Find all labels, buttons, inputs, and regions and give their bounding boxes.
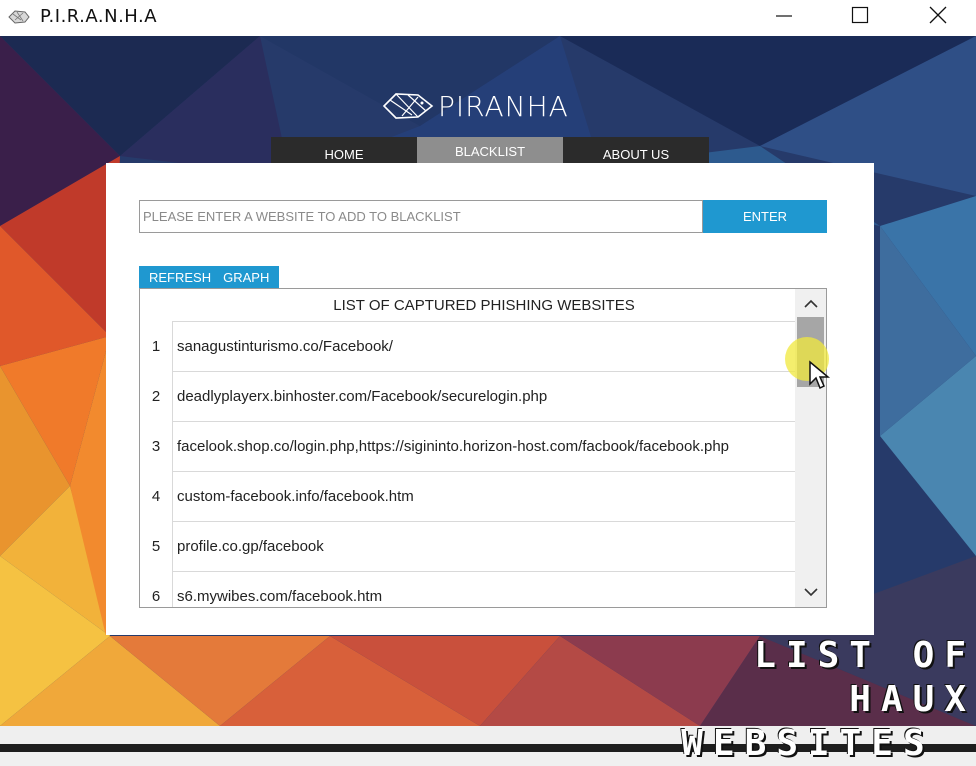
maximize-icon xyxy=(851,6,869,24)
row-number: 3 xyxy=(151,437,161,455)
logo-text: PIRANHA xyxy=(438,89,569,123)
table-row: 5 profile.co.gp/facebook xyxy=(140,521,796,571)
caption-line-2: WEBSITES xyxy=(681,723,935,764)
caption-line-1: LIST OF HAUX xyxy=(754,635,976,720)
close-icon xyxy=(929,6,947,24)
mouse-pointer-icon xyxy=(809,360,831,390)
row-number: 1 xyxy=(151,337,161,355)
row-url-cell[interactable]: deadlyplayerx.binhoster.com/Facebook/sec… xyxy=(172,371,796,421)
video-caption: LIST OF HAUX WEBSITES xyxy=(600,634,976,766)
chevron-down-icon xyxy=(803,588,818,597)
graph-button[interactable]: GRAPH xyxy=(217,270,275,285)
table-row: 1 sanagustinturismo.co/Facebook/ xyxy=(140,321,796,371)
list-toolbar: REFRESH GRAPH xyxy=(139,266,280,288)
blacklist-panel: ENTER REFRESH GRAPH LIST OF CAPTURED PHI… xyxy=(106,163,874,635)
tab-blacklist[interactable]: BLACKLIST xyxy=(417,137,563,166)
row-number: 5 xyxy=(151,537,161,555)
title-bar: P.I.R.A.N.H.A xyxy=(0,0,976,36)
table-row: 2 deadlyplayerx.binhoster.com/Facebook/s… xyxy=(140,371,796,421)
close-button[interactable] xyxy=(906,0,970,30)
table-row: 3 facelook.shop.co/login.php,https://sig… xyxy=(140,421,796,471)
window-title: P.I.R.A.N.H.A xyxy=(40,6,158,27)
blacklist-url-input[interactable] xyxy=(139,200,703,233)
row-number: 4 xyxy=(151,487,161,505)
row-url-cell[interactable]: s6.mywibes.com/facebook.htm xyxy=(172,571,796,607)
minimize-icon xyxy=(776,15,792,17)
fish-icon xyxy=(382,93,434,119)
table-row: 4 custom-facebook.info/facebook.htm xyxy=(140,471,796,521)
row-url-cell[interactable]: profile.co.gp/facebook xyxy=(172,521,796,571)
row-url-cell[interactable]: sanagustinturismo.co/Facebook/ xyxy=(172,321,796,371)
table-row: 6 s6.mywibes.com/facebook.htm xyxy=(140,571,796,607)
row-url-cell[interactable]: custom-facebook.info/facebook.htm xyxy=(172,471,796,521)
fish-icon xyxy=(8,10,30,24)
tab-about-us[interactable]: ABOUT US xyxy=(563,137,709,166)
row-number: 2 xyxy=(151,387,161,405)
main-nav: HOME BLACKLIST ABOUT US xyxy=(271,137,709,166)
phishing-sites-table: LIST OF CAPTURED PHISHING WEBSITES 1 san… xyxy=(139,288,827,608)
enter-button[interactable]: ENTER xyxy=(703,200,827,233)
piranha-logo: PIRANHA xyxy=(382,86,569,126)
scroll-up-button[interactable] xyxy=(795,291,826,317)
row-url-cell[interactable]: facelook.shop.co/login.php,https://sigin… xyxy=(172,421,796,471)
refresh-button[interactable]: REFRESH xyxy=(143,270,217,285)
row-number: 6 xyxy=(151,587,161,605)
scroll-down-button[interactable] xyxy=(795,579,826,605)
tab-home[interactable]: HOME xyxy=(271,137,417,166)
chevron-up-icon xyxy=(803,299,818,308)
minimize-button[interactable] xyxy=(752,0,816,30)
table-header: LIST OF CAPTURED PHISHING WEBSITES xyxy=(333,296,635,314)
maximize-button[interactable] xyxy=(828,0,892,30)
